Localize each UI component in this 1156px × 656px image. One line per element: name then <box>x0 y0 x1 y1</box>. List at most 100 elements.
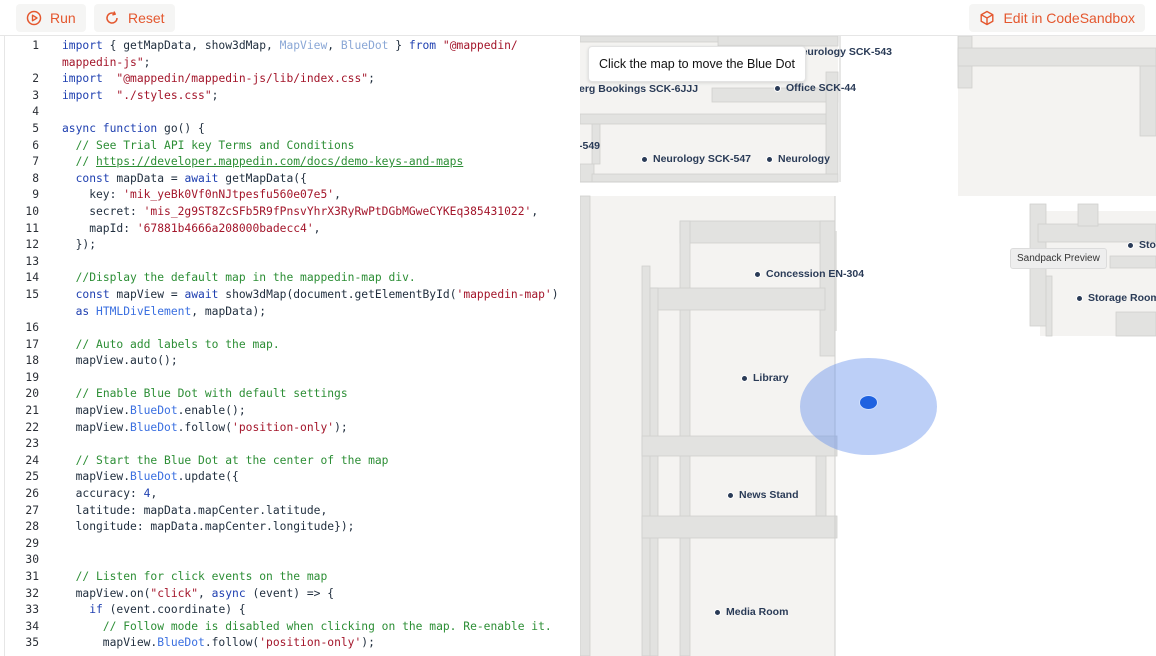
sandpack-preview-badge: Sandpack Preview <box>1010 248 1107 269</box>
code-line: 15 const mapView = await show3dMap(docum… <box>5 287 580 304</box>
run-button[interactable]: Run <box>16 4 86 32</box>
code-text: mapId: '67881b4666a208000badecc4', <box>62 221 321 235</box>
line-number: 18 <box>25 354 39 368</box>
line-number: 7 <box>32 155 39 169</box>
line-number: 23 <box>25 437 39 451</box>
reset-button[interactable]: Reset <box>94 4 175 32</box>
code-line: 18 mapView.auto(); <box>5 353 580 370</box>
code-line: 34 // Follow mode is disabled when click… <box>5 619 580 636</box>
poi-media-room[interactable]: Media Room <box>714 606 788 618</box>
line-number: 11 <box>25 221 39 235</box>
code-line: 32 mapView.on("click", async (event) => … <box>5 586 580 603</box>
poi-dot-icon <box>641 155 648 163</box>
poi-sto[interactable]: Sto <box>1127 239 1156 251</box>
line-number: 29 <box>25 536 39 550</box>
code-line: 19 <box>5 370 580 387</box>
map-preview[interactable]: Neurology SCK-543 Office SCK-44 erg Book… <box>580 36 1156 656</box>
line-number: 27 <box>25 503 39 517</box>
poi-storage-room[interactable]: Storage Room <box>1076 292 1156 304</box>
line-number: 5 <box>32 121 39 135</box>
poi-concession[interactable]: Concession EN-304 <box>754 268 864 280</box>
poi-dot-icon <box>714 608 721 616</box>
code-text: secret: 'mis_2g9ST8ZcSFb5R9fPnsvYhrX3RyR… <box>62 204 539 218</box>
poi-label: News Stand <box>739 489 799 501</box>
poi-label: Library <box>753 372 789 384</box>
code-text: const mapData = await getMapData({ <box>75 171 307 185</box>
code-line: 24 // Start the Blue Dot at the center o… <box>5 453 580 470</box>
code-text: if (event.coordinate) { <box>89 603 246 617</box>
poi-dot-icon <box>754 270 761 278</box>
code-line: 35 mapView.BlueDot.follow('position-only… <box>5 635 580 652</box>
line-number: 15 <box>25 287 39 301</box>
code-line: 12 }); <box>5 237 580 254</box>
poi-label: Storage Room <box>1088 292 1156 304</box>
line-number: 3 <box>32 88 39 102</box>
code-line: 17 // Auto add labels to the map. <box>5 337 580 354</box>
code-text: // Listen for click events on the map <box>75 570 328 583</box>
code-text: mapView.on("click", async (event) => { <box>62 586 335 600</box>
code-text: // Start the Blue Dot at the center of t… <box>75 453 389 467</box>
code-line: 3 import "./styles.css"; <box>5 88 580 105</box>
poi-dot-icon <box>766 155 773 163</box>
play-circle-icon <box>26 10 42 26</box>
code-text: // See Trial API key Terms and Condition… <box>75 138 355 152</box>
line-number: 13 <box>25 254 39 268</box>
line-number: 2 <box>32 72 39 86</box>
code-text: mapView.BlueDot.enable(); <box>62 404 246 418</box>
poi-neurology-sck-547[interactable]: Neurology SCK-547 <box>641 153 751 165</box>
line-number: 30 <box>25 553 39 567</box>
line-number: 1 <box>32 39 39 52</box>
run-label: Run <box>50 10 76 26</box>
code-line: 30 <box>5 552 580 569</box>
code-text: import { getMapData, show3dMap, MapView,… <box>62 39 518 52</box>
code-line: 28 longitude: mapData.mapCenter.longitud… <box>5 519 580 536</box>
code-line: 14 //Display the default map in the mapp… <box>5 270 580 287</box>
code-line: 6 // See Trial API key Terms and Conditi… <box>5 138 580 155</box>
poi-label: Concession EN-304 <box>766 268 865 280</box>
code-line: 26 accuracy: 4, <box>5 486 580 503</box>
code-line: 2 import "@mappedin/mappedin-js/lib/index… <box>5 71 580 88</box>
code-line: 20 // Enable Blue Dot with default setti… <box>5 386 580 403</box>
poi-label: Sto <box>1139 239 1156 251</box>
line-number: 10 <box>25 204 39 218</box>
poi-news-stand[interactable]: News Stand <box>727 489 799 501</box>
poi-neurology[interactable]: Neurology <box>766 153 830 165</box>
line-number: 25 <box>25 470 39 484</box>
code-text: latitude: mapData.mapCenter.latitude, <box>62 503 328 517</box>
code-line: 23 <box>5 436 580 453</box>
code-text: // Auto add labels to the map. <box>75 337 280 351</box>
line-number: 4 <box>32 105 39 119</box>
line-number: 31 <box>25 570 39 583</box>
code-line: 13 <box>5 254 580 271</box>
poi-dot-icon <box>741 374 748 382</box>
line-number: 34 <box>25 619 39 633</box>
code-line: 29 <box>5 536 580 553</box>
toolbar: Run Reset Edit in CodeSandbox <box>0 0 1156 36</box>
code-text: import "@mappedin/mappedin-js/lib/index.… <box>62 72 375 86</box>
sandbox-label: Edit in CodeSandbox <box>1003 10 1135 26</box>
code-text: accuracy: 4, <box>62 487 158 501</box>
line-number: 8 <box>32 171 39 185</box>
code-line: 7 // https://developer.mappedin.com/docs… <box>5 154 580 171</box>
code-line: as HTMLDivElement, mapData); <box>5 304 580 321</box>
code-line: 10 secret: 'mis_2g9ST8ZcSFb5R9fPnsvYhrX3… <box>5 204 580 221</box>
refresh-icon <box>106 11 118 24</box>
map-instruction-tooltip: Click the map to move the Blue Dot <box>588 46 806 82</box>
line-number: 21 <box>25 404 39 418</box>
poi-library[interactable]: Library <box>741 372 789 384</box>
line-number: 33 <box>25 603 39 617</box>
code-line: 5 async function go() { <box>5 121 580 138</box>
poi-label: erg Bookings SCK-6JJJ <box>580 83 699 95</box>
code-line: 21 mapView.BlueDot.enable(); <box>5 403 580 420</box>
code-editor[interactable]: 1 import { getMapData, show3dMap, MapView… <box>4 36 580 656</box>
code-line: 9 key: 'mik_yeBk0Vf0nNJtpesfu560e07e5', <box>5 187 580 204</box>
floor-plan <box>580 36 1156 656</box>
edit-in-codesandbox-button[interactable]: Edit in CodeSandbox <box>969 4 1145 32</box>
poi-office-sck-44[interactable]: Office SCK-44 <box>774 82 856 94</box>
code-text: longitude: mapData.mapCenter.longitude})… <box>62 520 355 534</box>
code-line: 16 <box>5 320 580 337</box>
poi-sck-549[interactable]: -549 <box>580 140 600 152</box>
code-text: mappedin-js"; <box>62 55 151 69</box>
code-line: 1 import { getMapData, show3dMap, MapView… <box>5 38 580 55</box>
poi-berg-bookings[interactable]: erg Bookings SCK-6JJJ <box>580 83 698 95</box>
